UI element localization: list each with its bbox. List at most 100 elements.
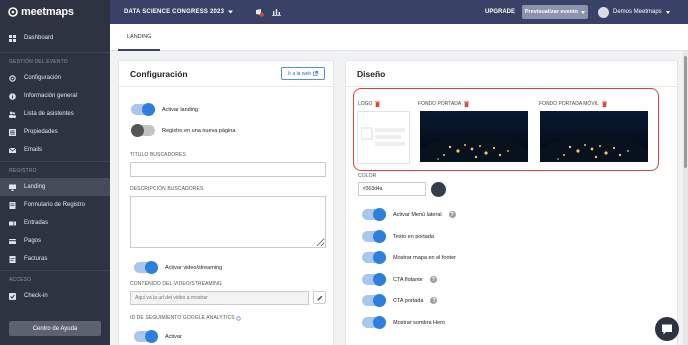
texto-portada-toggle[interactable] bbox=[362, 230, 386, 243]
diseno-card-header: Diseño bbox=[346, 61, 677, 87]
mapa-footer-toggle[interactable] bbox=[362, 251, 386, 264]
activar-video-toggle[interactable] bbox=[134, 261, 158, 274]
sidebar-item-label: Propiedades bbox=[24, 129, 58, 135]
sidebar-item-propiedades[interactable]: Propiedades bbox=[0, 123, 110, 141]
cta-flotante-toggle[interactable] bbox=[362, 273, 386, 286]
sidebar-item-dashboard[interactable]: Dashboard bbox=[0, 29, 110, 47]
top-bar: DATA SCIENCE CONGRESS 2023 UPGRADE Previ… bbox=[110, 0, 688, 24]
gear-icon bbox=[9, 74, 16, 82]
activar-analytics-row: Activar bbox=[134, 330, 182, 343]
go-to-web-button[interactable]: Ir a la web bbox=[281, 67, 325, 80]
earth-night-image bbox=[540, 111, 648, 162]
edit-video-button[interactable] bbox=[313, 291, 326, 304]
descripcion-buscadores-textarea[interactable] bbox=[130, 196, 326, 248]
registro-nueva-pagina-toggle[interactable] bbox=[131, 124, 155, 137]
invoice-icon bbox=[9, 255, 16, 263]
bar-chart-icon[interactable] bbox=[272, 8, 282, 16]
cta-portada-toggle[interactable] bbox=[362, 294, 386, 307]
toggle-knob bbox=[373, 316, 386, 329]
titulo-buscadores-input[interactable] bbox=[130, 162, 326, 177]
activar-landing-toggle[interactable] bbox=[131, 103, 155, 116]
info-icon bbox=[9, 92, 16, 100]
cta-portada-label: CTA portada bbox=[393, 297, 424, 304]
trash-icon[interactable] bbox=[375, 101, 381, 107]
help-icon[interactable]: ? bbox=[429, 276, 437, 283]
user-menu[interactable]: Demos Meetmaps bbox=[598, 6, 670, 18]
pencil-icon bbox=[317, 295, 322, 300]
fondo-portada-movil-image[interactable] bbox=[540, 111, 648, 162]
config-card-header: Configuración Ir a la web bbox=[119, 61, 333, 87]
preview-event-button[interactable]: Previsualizar evento bbox=[522, 5, 588, 19]
sidebar-item-label: Dashboard bbox=[24, 35, 54, 41]
sidebar-item-facturas[interactable]: Facturas bbox=[0, 250, 110, 268]
help-center-button[interactable]: Centro de Ayuda bbox=[9, 321, 101, 336]
upgrade-link[interactable]: UPGRADE bbox=[485, 9, 515, 15]
fondo-portada-image[interactable] bbox=[420, 111, 528, 162]
toggle-row-sombra-hero: Mostrar sombra Hero bbox=[362, 316, 445, 329]
trash-icon[interactable] bbox=[601, 101, 607, 107]
list-icon bbox=[9, 128, 16, 136]
color-swatch[interactable] bbox=[431, 182, 446, 197]
sidebar-item-formulario-registro[interactable]: Formulario de Registro bbox=[0, 196, 110, 214]
fondo-portada-movil-label: FONDO PORTADA MÓVIL bbox=[539, 101, 599, 107]
sidebar-item-label: Lista de asistentes bbox=[24, 111, 74, 117]
logo-image[interactable] bbox=[357, 111, 410, 164]
sidebar-item-informacion-general[interactable]: Información general bbox=[0, 87, 110, 105]
toggle-row-mapa-footer: Mostrar mapa en el footer bbox=[362, 251, 456, 264]
sidebar-item-entradas[interactable]: Entradas bbox=[0, 214, 110, 232]
sidebar-section-gestion: GESTIÓN DEL EVENTO bbox=[9, 59, 68, 65]
diseno-title: Diseño bbox=[357, 68, 386, 79]
trash-icon[interactable] bbox=[464, 101, 470, 107]
toggle-row-texto-portada: Texto en portada bbox=[362, 230, 434, 243]
help-icon[interactable]: ? bbox=[430, 297, 438, 304]
sidebar-item-check-in[interactable]: Check-in bbox=[0, 287, 110, 305]
notification-icon[interactable] bbox=[255, 8, 264, 17]
toggle-knob bbox=[373, 294, 386, 307]
sidebar-item-pagos[interactable]: Pagos bbox=[0, 232, 110, 250]
registro-nueva-pagina-row: Registro en una nueva página bbox=[131, 124, 236, 137]
sidebar-item-label: Emails bbox=[24, 147, 43, 153]
id-seguimiento-text: ID DE SEGUIMIENTO GOOGLE ANALYTICS bbox=[130, 315, 235, 321]
external-link-icon bbox=[313, 71, 319, 76]
toggle-row-cta-flotante: CTA flotante ? bbox=[362, 273, 437, 286]
brand-name: meetmaps bbox=[21, 6, 74, 18]
brand[interactable]: meetmaps bbox=[0, 0, 110, 24]
go-to-web-label: Ir a la web bbox=[287, 70, 312, 77]
user-name: Demos Meetmaps bbox=[613, 9, 662, 15]
help-icon[interactable]: ? bbox=[448, 211, 456, 218]
sidebar-item-landing[interactable]: Landing bbox=[0, 178, 110, 196]
activar-landing-row: Activar landing bbox=[131, 103, 198, 116]
titulo-buscadores-label: TITULO BUSCADORES bbox=[130, 152, 186, 158]
mapa-footer-label: Mostrar mapa en el footer bbox=[393, 254, 456, 261]
scrollbar-thumb[interactable] bbox=[684, 56, 687, 168]
tab-landing[interactable]: LANDING bbox=[118, 24, 161, 51]
sidebar-item-configuracion[interactable]: Configuración bbox=[0, 69, 110, 87]
chat-button[interactable] bbox=[655, 317, 679, 341]
color-input[interactable] bbox=[358, 182, 426, 196]
sidebar-item-emails[interactable]: Emails bbox=[0, 141, 110, 159]
toggle-knob bbox=[373, 251, 386, 264]
avatar bbox=[598, 6, 609, 18]
gear-icon[interactable] bbox=[235, 315, 241, 321]
users-icon bbox=[9, 111, 16, 118]
caret-down-icon bbox=[228, 10, 234, 14]
sombra-hero-toggle[interactable] bbox=[362, 316, 386, 329]
menu-lateral-toggle[interactable] bbox=[362, 208, 386, 221]
credit-card-icon bbox=[9, 238, 16, 245]
chat-bubble-icon bbox=[662, 324, 672, 334]
desktop-icon bbox=[9, 184, 16, 191]
event-title: DATA SCIENCE CONGRESS 2023 bbox=[124, 9, 225, 15]
sidebar-item-lista-asistentes[interactable]: Lista de asistentes bbox=[0, 105, 110, 123]
fondo-portada-label: FONDO PORTADA bbox=[418, 101, 462, 107]
activar-analytics-toggle[interactable] bbox=[134, 330, 158, 343]
activar-video-label: Activar video/streaming bbox=[165, 264, 223, 271]
video-url-input[interactable] bbox=[130, 291, 309, 305]
toggle-knob bbox=[373, 273, 386, 286]
toggle-knob bbox=[131, 124, 144, 137]
meetmaps-logo-icon bbox=[8, 7, 18, 17]
toggle-row-cta-portada: CTA portada ? bbox=[362, 294, 438, 307]
toggle-knob bbox=[373, 208, 386, 221]
envelope-icon bbox=[9, 147, 16, 154]
registro-nueva-pagina-label: Registro en una nueva página bbox=[162, 127, 236, 134]
event-selector[interactable]: DATA SCIENCE CONGRESS 2023 bbox=[124, 9, 234, 15]
